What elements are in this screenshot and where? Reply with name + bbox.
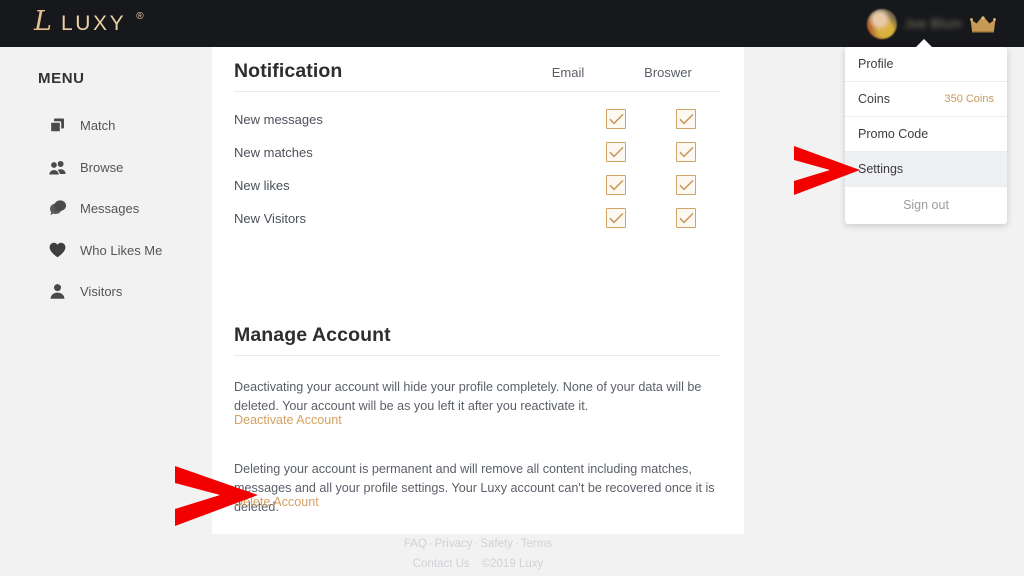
checkbox-email-new-messages[interactable]: [606, 109, 626, 129]
checkbox-browser-new-likes[interactable]: [676, 175, 696, 195]
chat-bubbles-icon: [49, 200, 66, 217]
table-row: New matches: [234, 141, 721, 163]
footer-link-faq[interactable]: FAQ: [404, 538, 427, 550]
checkbox-browser-new-visitors[interactable]: [676, 208, 696, 228]
settings-panel: Notification Email Broswer New messages …: [212, 47, 744, 534]
sidebar-item-label: Who Likes Me: [80, 243, 162, 258]
deactivate-account-link[interactable]: Deactivate Account: [234, 413, 342, 427]
sidebar-title: MENU: [38, 70, 85, 87]
footer-contact-row: Contact Us ©2019 Luxy: [212, 554, 744, 574]
menu-item-label: Sign out: [903, 198, 949, 212]
brand-logo[interactable]: L LUXY ®: [34, 0, 143, 47]
sidebar-item-browse[interactable]: Browse: [0, 147, 212, 189]
menu-item-label: Settings: [858, 162, 994, 176]
registered-trademark-icon: ®: [136, 11, 143, 22]
table-row: New likes: [234, 174, 721, 196]
menu-item-profile[interactable]: Profile: [845, 47, 1007, 82]
checkbox-cell-browser: [651, 208, 721, 228]
sidebar-nav: Match Browse Messages: [0, 105, 212, 313]
manage-account-header: Manage Account: [234, 324, 721, 347]
checkbox-browser-new-matches[interactable]: [676, 142, 696, 162]
brand-name: LUXY: [61, 12, 126, 36]
notification-row-label: New likes: [234, 178, 581, 193]
manage-account-title: Manage Account: [234, 324, 721, 347]
checkbox-cell-browser: [651, 142, 721, 162]
sidebar-item-label: Messages: [80, 201, 139, 216]
checkbox-cell-browser: [651, 175, 721, 195]
sidebar-item-messages[interactable]: Messages: [0, 188, 212, 230]
footer-separator: ·: [513, 538, 521, 550]
checkbox-cell-email: [581, 109, 651, 129]
manage-account-divider: [234, 355, 721, 356]
checkbox-cell-browser: [651, 109, 721, 129]
menu-item-label: Promo Code: [858, 127, 994, 141]
crown-icon: [970, 15, 996, 33]
delete-account-link[interactable]: Delete Account: [234, 495, 319, 509]
notification-row-label: New matches: [234, 145, 581, 160]
two-people-icon: [49, 159, 66, 176]
person-icon: [49, 283, 66, 300]
menu-item-label: Profile: [858, 57, 994, 71]
checkbox-cell-email: [581, 208, 651, 228]
table-row: New Visitors: [234, 207, 721, 229]
footer-link-terms[interactable]: Terms: [521, 538, 552, 550]
menu-item-label: Coins: [858, 92, 944, 106]
sidebar-item-who-likes-me[interactable]: Who Likes Me: [0, 230, 212, 272]
checkbox-email-new-matches[interactable]: [606, 142, 626, 162]
checkbox-cell-email: [581, 175, 651, 195]
dropdown-caret-icon: [915, 39, 933, 48]
footer-links-row: FAQ·Privacy·Safety·Terms: [212, 534, 744, 554]
footer-separator: ·: [427, 538, 435, 550]
sidebar-item-visitors[interactable]: Visitors: [0, 271, 212, 313]
sidebar: MENU Match Browse: [0, 47, 212, 534]
user-name: Joe Blum: [905, 16, 962, 31]
sidebar-item-match[interactable]: Match: [0, 105, 212, 147]
cards-stack-icon: [49, 117, 66, 134]
table-row: New messages: [234, 108, 721, 130]
menu-item-promo-code[interactable]: Promo Code: [845, 117, 1007, 152]
menu-item-sign-out[interactable]: Sign out: [845, 187, 1007, 223]
footer-copyright: ©2019 Luxy: [476, 558, 550, 570]
luxy-script-l-icon: L: [34, 8, 52, 35]
menu-item-coins[interactable]: Coins 350 Coins: [845, 82, 1007, 117]
sidebar-item-label: Visitors: [80, 284, 122, 299]
checkbox-email-new-likes[interactable]: [606, 175, 626, 195]
avatar[interactable]: [867, 9, 897, 39]
footer-link-safety[interactable]: Safety: [480, 538, 513, 550]
sidebar-item-label: Match: [80, 118, 115, 133]
coins-balance: 350 Coins: [944, 93, 994, 105]
checkbox-browser-new-messages[interactable]: [676, 109, 696, 129]
footer-link-privacy[interactable]: Privacy: [435, 538, 473, 550]
notification-divider: [234, 91, 721, 92]
top-bar: L LUXY ® Joe Blum: [0, 0, 1024, 47]
sidebar-item-label: Browse: [80, 160, 123, 175]
deactivate-description: Deactivating your account will hide your…: [234, 378, 726, 416]
column-header-browser: Broswer: [633, 65, 703, 80]
column-header-email: Email: [533, 65, 603, 80]
checkbox-email-new-visitors[interactable]: [606, 208, 626, 228]
heart-icon: [49, 242, 66, 259]
notification-row-label: New messages: [234, 112, 581, 127]
notification-row-label: New Visitors: [234, 211, 581, 226]
footer-link-contact-us[interactable]: Contact Us: [413, 558, 470, 570]
user-dropdown-menu: Profile Coins 350 Coins Promo Code Setti…: [845, 47, 1007, 224]
menu-item-settings[interactable]: Settings: [845, 152, 1007, 187]
checkbox-cell-email: [581, 142, 651, 162]
footer: FAQ·Privacy·Safety·Terms Contact Us ©2019…: [212, 534, 744, 574]
